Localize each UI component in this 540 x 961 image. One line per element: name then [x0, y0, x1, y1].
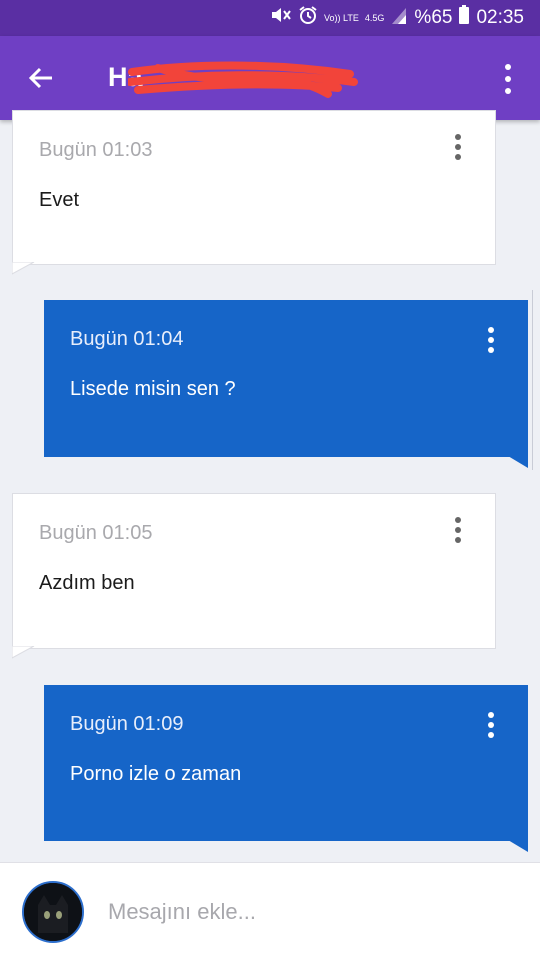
message-menu-icon[interactable]	[453, 516, 463, 544]
clock: 02:35	[476, 7, 524, 28]
avatar[interactable]	[22, 881, 84, 943]
mute-icon	[270, 5, 292, 31]
bubble-tail	[12, 646, 35, 659]
message-text: Azdım ben	[39, 572, 135, 594]
back-button[interactable]	[22, 58, 62, 98]
bubble-tail	[508, 456, 528, 468]
composer-bar: Mesajını ekle...	[0, 862, 540, 961]
bubble-tail	[508, 840, 528, 852]
message-menu-icon[interactable]	[486, 326, 496, 354]
cat-avatar-image	[24, 883, 82, 941]
app-bar: Ha	[0, 36, 540, 120]
message-menu-icon[interactable]	[453, 133, 463, 161]
message-incoming[interactable]: Bugün 01:05 Azdım ben	[12, 493, 496, 649]
message-outgoing[interactable]: Bugün 01:09 Porno izle o zaman	[44, 685, 528, 841]
message-text: Porno izle o zaman	[70, 763, 242, 785]
message-time: Bugün 01:09	[70, 713, 184, 735]
volte-indicator: Vo)) LTE	[324, 12, 359, 23]
scroll-indicator[interactable]	[532, 290, 540, 470]
message-outgoing[interactable]: Bugün 01:04 Lisede misin sen ?	[44, 300, 528, 457]
bubble-tail	[12, 262, 35, 275]
message-time: Bugün 01:05	[39, 522, 153, 544]
message-incoming[interactable]: Bugün 01:03 Evet	[12, 110, 496, 265]
message-time: Bugün 01:04	[70, 328, 184, 350]
message-text: Lisede misin sen ?	[70, 378, 236, 400]
arrow-left-icon	[28, 67, 52, 89]
more-menu-button[interactable]	[498, 62, 518, 96]
message-input[interactable]: Mesajını ekle...	[108, 899, 256, 925]
message-menu-icon[interactable]	[486, 711, 496, 739]
message-time: Bugün 01:03	[39, 139, 153, 161]
network-type: 4.5G	[364, 12, 385, 23]
battery-icon	[458, 5, 470, 31]
status-bar: Vo)) LTE 4.5G %65 02:35	[0, 0, 540, 36]
signal-icon	[390, 6, 408, 30]
battery-percent: %65	[414, 7, 453, 28]
redaction-scribble	[128, 61, 358, 98]
more-vert-icon	[505, 64, 511, 94]
alarm-icon	[298, 5, 318, 31]
message-text: Evet	[39, 189, 80, 211]
